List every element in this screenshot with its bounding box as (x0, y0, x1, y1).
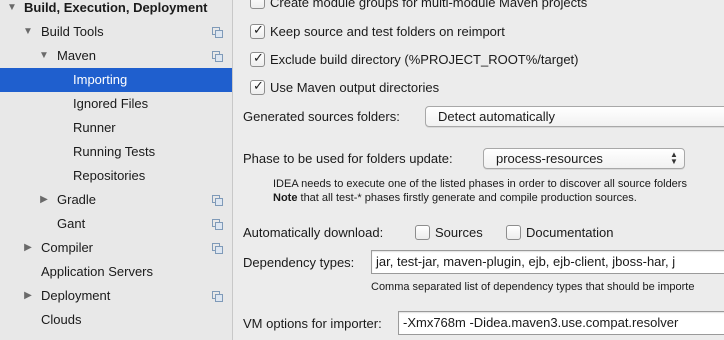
collapsed-arrow-icon[interactable]: ▶ (22, 236, 34, 260)
checkmark-icon: ✓ (253, 78, 264, 93)
collapsed-arrow-icon[interactable]: ▶ (38, 188, 50, 212)
project-settings-icon (212, 243, 223, 254)
expanded-arrow-icon[interactable]: ▼ (22, 20, 34, 44)
use-maven-output-checkbox[interactable]: ✓ (250, 78, 265, 95)
project-settings-icon (212, 195, 223, 206)
sidebar-item-clouds[interactable]: Clouds (0, 308, 232, 332)
download-sources-checkbox[interactable] (415, 225, 430, 240)
use-maven-output-label: Use Maven output directories (270, 80, 440, 95)
phase-note-line1: IDEA needs to execute one of the listed … (273, 178, 687, 190)
expanded-arrow-icon[interactable]: ▼ (6, 0, 18, 20)
project-settings-icon (212, 27, 223, 38)
sidebar-item-ignored-files[interactable]: Ignored Files (0, 92, 232, 116)
sidebar-item-label: Gradle (57, 192, 97, 207)
sidebar-item-compiler[interactable]: ▶ Compiler (0, 236, 232, 260)
settings-tree: ▼ Build, Execution, Deployment ▼ Build Tool… (0, 0, 232, 340)
sidebar-item-maven[interactable]: ▼ Maven (0, 44, 232, 68)
sidebar-item-label: Gant (57, 216, 86, 231)
sidebar-item-repositories[interactable]: Repositories (0, 164, 232, 188)
sidebar-item-label: Repositories (73, 168, 146, 183)
dependency-types-hint: Comma separated list of dependency types… (371, 281, 695, 293)
sidebar-item-label: Running Tests (73, 144, 156, 159)
phase-label: Phase to be used for folders update: (243, 151, 453, 166)
phase-note-rest: that all test-* phases firstly generate … (297, 192, 637, 204)
project-settings-icon (212, 219, 223, 230)
sidebar-item-runner[interactable]: Runner (0, 116, 232, 140)
dependency-types-input[interactable]: jar, test-jar, maven-plugin, ejb, ejb-cl… (371, 250, 724, 274)
phase-dropdown[interactable]: process-resources ▲ ▼ (483, 148, 685, 169)
sidebar-item-gradle[interactable]: ▶ Gradle (0, 188, 232, 212)
phase-note-bold: Note (273, 192, 298, 204)
updown-arrows-icon: ▲ ▼ (670, 150, 678, 166)
phase-value: process-resources (496, 151, 603, 166)
sidebar-item-label: Deployment (41, 288, 111, 303)
sidebar-item-label: Maven (57, 48, 97, 63)
project-settings-icon (212, 291, 223, 302)
checkmark-icon: ✓ (253, 50, 264, 65)
sidebar-item-importing[interactable]: Importing (0, 68, 232, 92)
generated-sources-label: Generated sources folders: (243, 109, 400, 124)
sidebar-item-label: Clouds (41, 312, 82, 327)
sidebar-item-gant[interactable]: Gant (0, 212, 232, 236)
generated-sources-dropdown[interactable]: Detect automatically (425, 106, 724, 127)
sidebar-item-label: Application Servers (41, 264, 153, 279)
exclude-build-dir-label: Exclude build directory (%PROJECT_ROOT%/… (270, 52, 579, 67)
sidebar-item-label: Ignored Files (73, 96, 149, 111)
vm-options-input[interactable]: -Xmx768m -Didea.maven3.use.compat.resolv… (398, 311, 724, 335)
sidebar-item-deployment[interactable]: ▶ Deployment (0, 284, 232, 308)
sidebar-item-application-servers[interactable]: Application Servers (0, 260, 232, 284)
sidebar-item-label: Build Tools (41, 24, 104, 39)
dependency-types-label: Dependency types: (243, 255, 355, 270)
keep-source-folders-label: Keep source and test folders on reimport (270, 24, 505, 39)
sidebar-item-build-tools[interactable]: ▼ Build Tools (0, 20, 232, 44)
keep-source-folders-checkbox[interactable]: ✓ (250, 22, 265, 39)
sidebar-item-label: Runner (73, 120, 116, 135)
auto-download-label: Automatically download: (243, 225, 384, 240)
collapsed-arrow-icon[interactable]: ▶ (22, 284, 34, 308)
sidebar-item-label: Compiler (41, 240, 94, 255)
project-settings-icon (212, 51, 223, 62)
phase-note-line2: Note that all test-* phases firstly gene… (273, 192, 637, 204)
checkmark-icon: ✓ (253, 22, 264, 37)
sidebar-item-running-tests[interactable]: Running Tests (0, 140, 232, 164)
vm-options-label: VM options for importer: (243, 316, 382, 331)
sidebar-item-build-execution-deployment[interactable]: ▼ Build, Execution, Deployment (0, 0, 232, 20)
create-module-groups-checkbox[interactable] (250, 0, 265, 9)
sidebar-item-label: Build, Execution, Deployment (24, 0, 208, 15)
download-documentation-checkbox[interactable] (506, 225, 521, 240)
download-sources-label: Sources (435, 225, 483, 240)
sidebar-item-label: Importing (73, 72, 128, 87)
exclude-build-dir-checkbox[interactable]: ✓ (250, 50, 265, 67)
download-documentation-label: Documentation (526, 225, 614, 240)
expanded-arrow-icon[interactable]: ▼ (38, 44, 50, 68)
create-module-groups-label: Create module groups for multi-module Ma… (270, 0, 588, 10)
maven-importing-panel: Create module groups for multi-module Ma… (233, 0, 724, 340)
generated-sources-value: Detect automatically (438, 109, 556, 124)
